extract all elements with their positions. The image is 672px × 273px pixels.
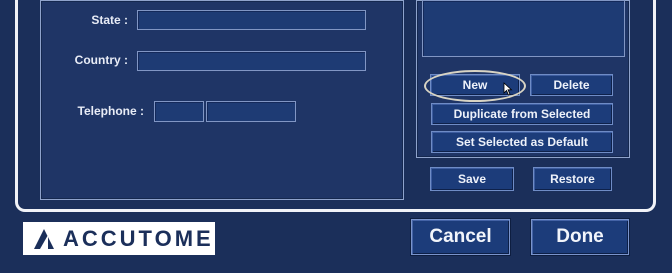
done-button[interactable]: Done [531, 219, 629, 255]
mouse-pointer-icon [503, 82, 513, 96]
telephone-label: Telephone : [77, 104, 144, 118]
accutome-logo: ACCUTOME [23, 222, 215, 255]
country-label: Country : [74, 53, 128, 67]
address-panel [40, 0, 404, 200]
accutome-logo-text: ACCUTOME [63, 225, 214, 251]
restore-button[interactable]: Restore [533, 167, 612, 191]
delete-button[interactable]: Delete [530, 74, 613, 96]
state-field[interactable] [137, 10, 366, 30]
duplicate-from-selected-button[interactable]: Duplicate from Selected [431, 103, 613, 125]
save-button[interactable]: Save [430, 167, 514, 191]
state-label: State : [91, 13, 128, 27]
profiles-list[interactable] [422, 0, 625, 57]
cancel-button[interactable]: Cancel [411, 219, 510, 255]
telephone-area-code-field[interactable] [154, 101, 204, 122]
set-selected-as-default-button[interactable]: Set Selected as Default [431, 131, 613, 153]
accutome-logo-icon [34, 228, 54, 249]
country-field[interactable] [137, 51, 366, 71]
telephone-number-field[interactable] [206, 101, 296, 122]
